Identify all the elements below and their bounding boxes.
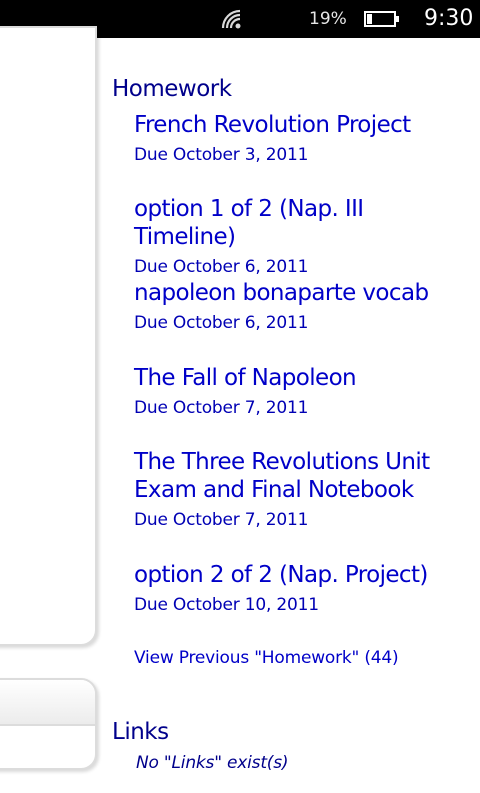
homework-item-title-link[interactable]: The Fall of Napoleon [134,364,468,392]
homework-item: French Revolution Project Due October 3,… [134,111,468,166]
homework-item: napoleon bonaparte vocab Due October 6, … [134,279,468,334]
battery-icon [364,11,399,27]
homework-item: The Fall of Napoleon Due October 7, 2011 [134,364,468,419]
homework-item-title-link[interactable]: option 1 of 2 (Nap. III Timeline) [134,195,468,251]
homework-item: option 1 of 2 (Nap. III Timeline) Due Oc… [134,195,468,278]
homework-item-title-link[interactable]: option 2 of 2 (Nap. Project) [134,561,468,589]
left-content-panel[interactable] [0,26,97,646]
status-clock: 9:30 [424,6,474,31]
homework-heading: Homework [112,76,232,102]
homework-item: option 2 of 2 (Nap. Project) Due October… [134,561,468,616]
links-empty-message: No "Links" exist(s) [136,753,289,773]
homework-due-date: Due October 7, 2011 [134,398,309,418]
homework-item: The Three Revolutions Unit Exam and Fina… [134,448,468,531]
battery-percentage: 19% [309,9,347,29]
wifi-signal-icon [221,9,241,29]
homework-item-title-link[interactable]: napoleon bonaparte vocab [134,279,468,307]
left-links-panel[interactable] [0,678,97,770]
homework-due-date: Due October 7, 2011 [134,510,309,530]
homework-due-date: Due October 6, 2011 [134,313,309,333]
links-heading: Links [112,719,169,745]
view-previous-homework-link[interactable]: View Previous "Homework" (44) [134,647,399,669]
homework-item-title-link[interactable]: French Revolution Project [134,111,468,139]
homework-due-date: Due October 10, 2011 [134,595,319,615]
homework-due-date: Due October 3, 2011 [134,145,309,165]
homework-due-date: Due October 6, 2011 [134,257,309,277]
homework-item-title-link[interactable]: The Three Revolutions Unit Exam and Fina… [134,448,468,504]
left-panel-header-band [0,680,95,726]
